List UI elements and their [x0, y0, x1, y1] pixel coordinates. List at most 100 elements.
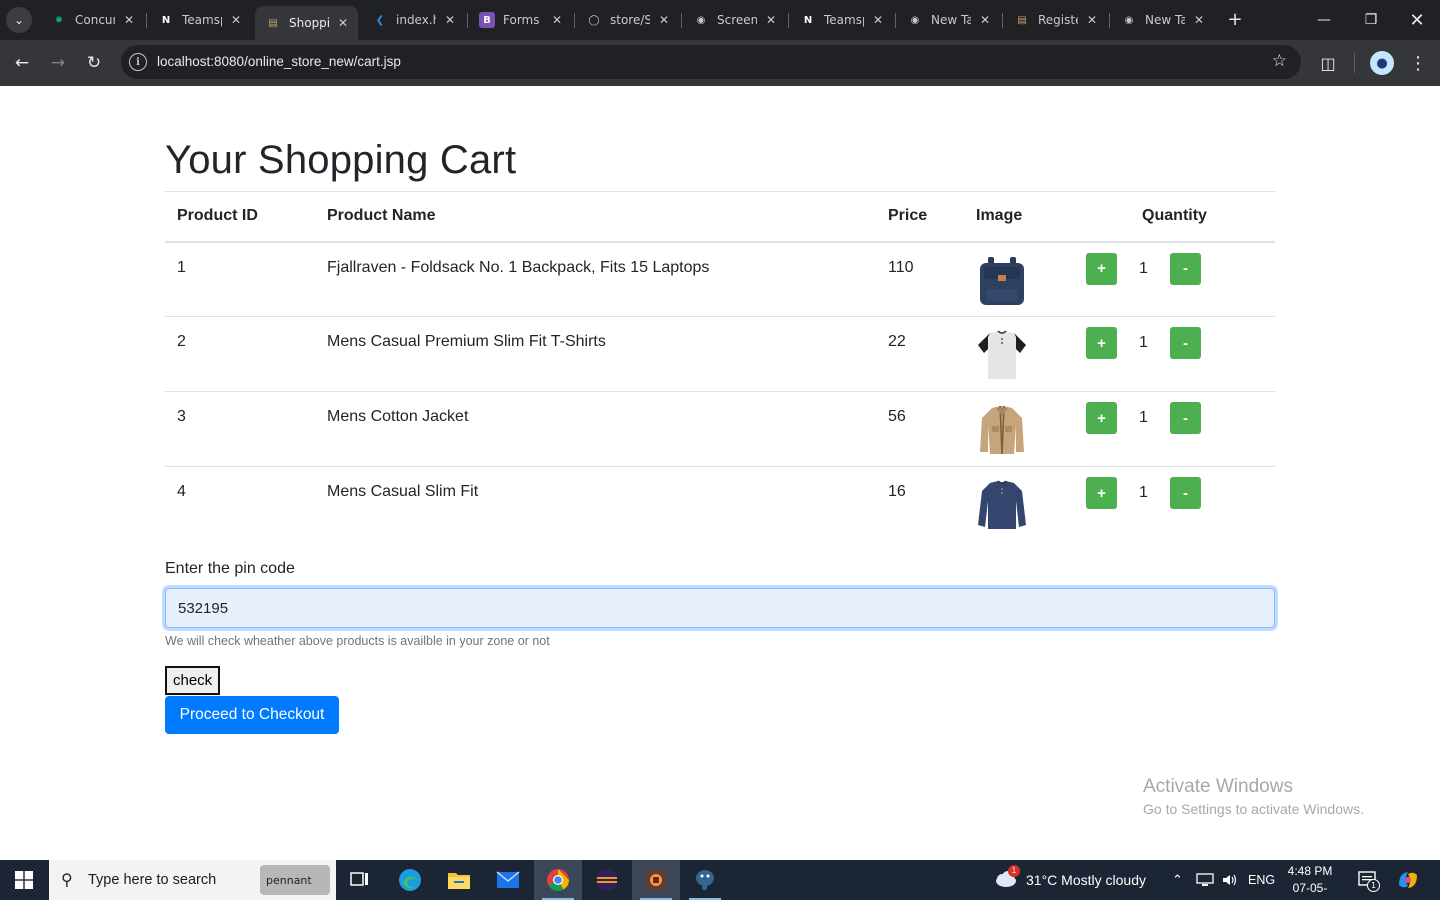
browser-tab[interactable]: ▤ Shopping Cart ✕ — [255, 6, 358, 40]
quantity-value: 1 — [1139, 259, 1148, 277]
browser-menu-icon[interactable]: ⋮ — [1406, 51, 1430, 75]
browser-tab[interactable]: ◉ Screenshot ✕ — [683, 6, 786, 34]
url-text[interactable]: localhost:8080/online_store_new/cart.jsp — [157, 54, 401, 69]
browser-toolbar: ← → ↻ i localhost:8080/online_store_new/… — [0, 40, 1440, 86]
browser-tab[interactable]: N Teamspace ✕ — [790, 6, 893, 34]
decrease-quantity-button[interactable]: - — [1170, 252, 1201, 285]
profile-avatar-icon[interactable]: ● — [1370, 51, 1394, 75]
page-icon: ▤ — [1017, 14, 1027, 26]
close-tab-icon[interactable]: ✕ — [552, 13, 562, 27]
task-view-icon[interactable] — [336, 860, 384, 900]
close-tab-icon[interactable]: ✕ — [124, 13, 134, 27]
quantity-cell: +1 - — [1074, 391, 1275, 467]
column-header-product-name: Product Name — [315, 191, 876, 243]
increase-quantity-button[interactable]: + — [1086, 327, 1117, 359]
browser-tab[interactable]: N Teamspace ✕ — [148, 6, 251, 34]
copilot-icon[interactable] — [1396, 860, 1420, 900]
edge-browser-icon[interactable] — [386, 860, 434, 900]
language-indicator[interactable]: ENG — [1248, 860, 1275, 900]
increase-quantity-button[interactable]: + — [1086, 477, 1117, 509]
reload-button[interactable]: ↻ — [81, 50, 107, 76]
show-hidden-icons-chevron-icon[interactable]: ⌃ — [1172, 860, 1183, 900]
file-explorer-icon[interactable] — [435, 860, 483, 900]
image-cell — [964, 316, 1074, 392]
decrease-quantity-button[interactable]: - — [1170, 327, 1201, 359]
pin-code-input[interactable] — [165, 588, 1275, 628]
close-tab-icon[interactable]: ✕ — [338, 16, 348, 30]
jacket-image — [980, 405, 1024, 455]
close-tab-icon[interactable]: ✕ — [873, 13, 883, 27]
minimize-button[interactable]: — — [1309, 6, 1339, 34]
weather-alert-badge: 1 — [1008, 864, 1020, 877]
mail-icon[interactable] — [484, 860, 532, 900]
quantity-stepper: +1 - — [1086, 327, 1263, 359]
tab-title: Forms — [503, 13, 540, 27]
increase-quantity-button[interactable]: + — [1086, 402, 1117, 434]
taskbar-clock[interactable]: 4:48 PM 07-05-2024 — [1280, 863, 1340, 914]
weather-widget[interactable]: 1 31°C Mostly cloudy — [992, 860, 1146, 900]
address-bar[interactable]: i localhost:8080/online_store_new/cart.j… — [121, 45, 1301, 79]
decrease-quantity-button[interactable]: - — [1170, 402, 1201, 434]
decrease-quantity-button[interactable]: - — [1170, 477, 1201, 509]
tab-title: Shopping Cart — [289, 16, 329, 30]
tab-title: Screenshot — [717, 13, 757, 27]
tab-separator — [467, 13, 468, 28]
bootstrap-icon: B — [479, 12, 495, 28]
table-header-row: Product ID Product Name Price Image Quan… — [165, 191, 1275, 243]
quantity-stepper: +1 - — [1086, 402, 1263, 434]
notification-center-icon[interactable]: 1 — [1357, 870, 1380, 894]
volume-icon[interactable] — [1221, 860, 1239, 900]
clock-date: 07-05-2024 — [1292, 881, 1328, 912]
increase-quantity-button[interactable]: + — [1086, 252, 1117, 285]
proceed-to-checkout-button[interactable]: Proceed to Checkout — [165, 696, 339, 734]
tab-title: Concurrency — [75, 13, 115, 27]
restore-button[interactable]: ❐ — [1356, 6, 1386, 34]
browser-tab[interactable]: ▤ Register ✕ — [1004, 6, 1107, 34]
column-header-product-id: Product ID — [165, 191, 315, 243]
start-button[interactable] — [0, 860, 48, 900]
browser-tab[interactable]: ✹ Concurrency ✕ — [41, 6, 144, 34]
column-header-quantity: Quantity — [1074, 191, 1275, 243]
browser-tab[interactable]: ◉ New Tab ✕ — [1111, 6, 1214, 34]
back-button[interactable]: ← — [9, 50, 35, 76]
product-name-cell: Fjallraven - Foldsack No. 1 Backpack, Fi… — [315, 241, 876, 317]
bookmark-star-icon[interactable]: ☆ — [1272, 51, 1287, 71]
chrome-icon[interactable] — [534, 860, 582, 900]
chrome-icon: ◉ — [696, 14, 706, 26]
notion-icon: N — [803, 14, 813, 26]
taskbar-search-box[interactable]: ⚲ Type here to search pennant — [49, 860, 336, 900]
tab-separator — [681, 13, 682, 28]
close-window-button[interactable]: ✕ — [1402, 6, 1432, 34]
site-info-icon[interactable]: i — [129, 53, 147, 71]
close-tab-icon[interactable]: ✕ — [1087, 13, 1097, 27]
product-id-cell: 3 — [165, 391, 315, 467]
image-cell — [964, 241, 1074, 317]
forward-button[interactable]: → — [45, 50, 71, 76]
close-tab-icon[interactable]: ✕ — [231, 13, 241, 27]
postgresql-icon[interactable] — [681, 860, 729, 900]
game-app-icon[interactable] — [632, 860, 680, 900]
price-cell: 56 — [876, 391, 964, 467]
tab-separator — [1002, 13, 1003, 28]
close-tab-icon[interactable]: ✕ — [980, 13, 990, 27]
close-tab-icon[interactable]: ✕ — [766, 13, 776, 27]
tab-search-chevron-icon[interactable]: ⌄ — [6, 7, 32, 33]
table-row: 3 Mens Cotton Jacket 56 +1 - — [165, 391, 1275, 467]
browser-tab[interactable]: ❮ index.html ✕ — [362, 6, 465, 34]
browser-tab[interactable]: ◉ New Tab ✕ — [897, 6, 1000, 34]
eclipse-ide-icon[interactable] — [583, 860, 631, 900]
tab-separator — [1109, 13, 1110, 28]
table-row: 2 Mens Casual Premium Slim Fit T-Shirts 22… — [165, 316, 1275, 392]
extensions-icon[interactable]: ◫ — [1316, 51, 1340, 75]
check-button[interactable]: check — [165, 666, 221, 695]
close-tab-icon[interactable]: ✕ — [659, 13, 669, 27]
browser-tab[interactable]: ◯ store/Store ✕ — [576, 6, 679, 34]
close-tab-icon[interactable]: ✕ — [445, 13, 455, 27]
windows-logo-icon — [15, 871, 33, 889]
watermark-title: Activate Windows — [1143, 776, 1293, 797]
browser-tab[interactable]: B Forms ✕ — [469, 6, 572, 34]
close-tab-icon[interactable]: ✕ — [1194, 13, 1204, 27]
new-tab-button[interactable]: + — [1224, 8, 1246, 30]
page-content: Your Shopping Cart Product ID Product Na… — [0, 86, 1440, 860]
network-icon[interactable] — [1196, 860, 1214, 900]
